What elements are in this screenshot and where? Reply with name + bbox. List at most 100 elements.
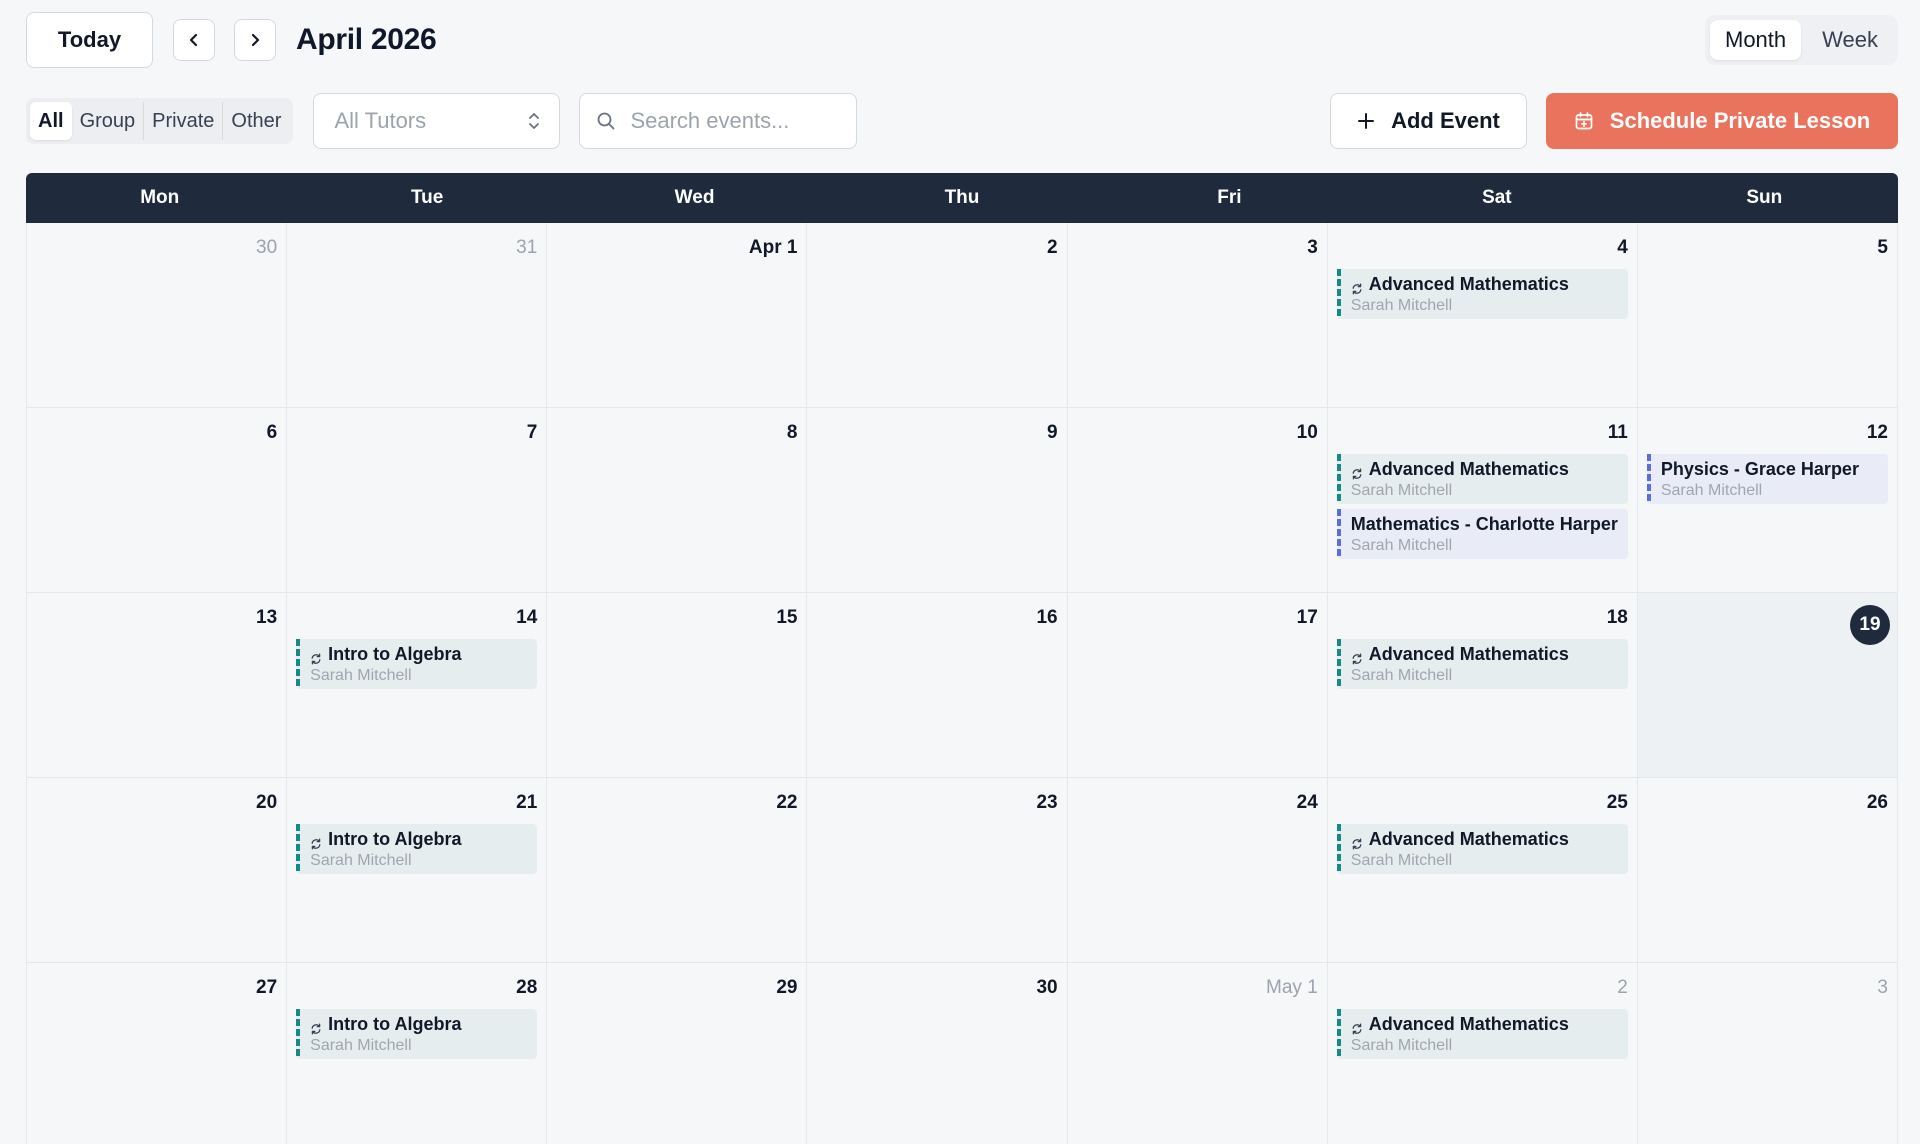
day-number: 4 bbox=[1617, 237, 1628, 258]
day-cell[interactable]: 7 bbox=[287, 408, 548, 593]
day-cell[interactable]: 24 bbox=[1067, 778, 1328, 963]
day-cell[interactable]: 31 bbox=[287, 223, 548, 408]
tutor-select[interactable]: All Tutors bbox=[313, 93, 561, 149]
day-cell[interactable]: 26 bbox=[1637, 778, 1898, 963]
day-number: 3 bbox=[1877, 977, 1888, 998]
day-cell[interactable]: 23 bbox=[807, 778, 1068, 963]
event-title: Advanced Mathematics bbox=[1368, 829, 1569, 849]
today-date-badge: 19 bbox=[1850, 605, 1890, 645]
day-cell[interactable]: 6 bbox=[27, 408, 288, 593]
event-title-row: Advanced Mathematics bbox=[1351, 1013, 1618, 1035]
event-list: Intro to Algebra Sarah Mitchell bbox=[296, 639, 538, 689]
schedule-private-lesson-button[interactable]: Schedule Private Lesson bbox=[1546, 93, 1898, 149]
day-number: 3 bbox=[1307, 237, 1318, 258]
day-cell[interactable]: 2 bbox=[807, 223, 1068, 408]
day-cell[interactable]: Apr 1 bbox=[547, 223, 808, 408]
day-cell[interactable]: 28 Intro to Algebra Sarah Mitchell bbox=[287, 963, 548, 1144]
add-event-button[interactable]: Add Event bbox=[1330, 93, 1527, 149]
day-number: 15 bbox=[776, 607, 798, 628]
view-week-button[interactable]: Week bbox=[1807, 20, 1893, 60]
day-number: 18 bbox=[1606, 607, 1628, 628]
event-chip[interactable]: Physics - Grace Harper Sarah Mitchell bbox=[1646, 454, 1888, 504]
day-number: 23 bbox=[1036, 792, 1058, 813]
day-number: 16 bbox=[1036, 607, 1058, 628]
day-cell[interactable]: 20 bbox=[27, 778, 288, 963]
search-input[interactable] bbox=[630, 108, 841, 134]
event-chip[interactable]: Intro to Algebra Sarah Mitchell bbox=[296, 639, 538, 689]
day-cell[interactable]: 9 bbox=[807, 408, 1068, 593]
event-tutor: Sarah Mitchell bbox=[1350, 852, 1453, 869]
event-chip[interactable]: Advanced Mathematics Sarah Mitchell bbox=[1336, 454, 1628, 504]
day-cell[interactable]: 12 Physics - Grace Harper Sarah Mitchell bbox=[1637, 408, 1898, 593]
recurring-icon bbox=[1351, 278, 1363, 295]
recurring-icon bbox=[1351, 1018, 1363, 1035]
event-chip[interactable]: Advanced Mathematics Sarah Mitchell bbox=[1336, 824, 1628, 874]
view-month-button[interactable]: Month bbox=[1710, 20, 1802, 60]
next-month-button[interactable] bbox=[234, 19, 276, 61]
day-cell[interactable]: 21 Intro to Algebra Sarah Mitchell bbox=[287, 778, 548, 963]
day-number: 26 bbox=[1866, 792, 1888, 813]
event-chip[interactable]: Advanced Mathematics Sarah Mitchell bbox=[1336, 269, 1628, 319]
event-title: Intro to Algebra bbox=[328, 1014, 462, 1034]
day-cell[interactable]: 2 Advanced Mathematics Sarah Mitchell bbox=[1327, 963, 1638, 1144]
weekday-wed: Wed bbox=[674, 187, 715, 208]
event-chip[interactable]: Advanced Mathematics Sarah Mitchell bbox=[1336, 639, 1628, 689]
day-cell[interactable]: 11 Advanced Mathematics Sarah Mitchell Math… bbox=[1327, 408, 1638, 593]
event-tutor: Sarah Mitchell bbox=[1350, 1037, 1453, 1054]
recurring-icon bbox=[1351, 833, 1363, 850]
event-list: Advanced Mathematics Sarah Mitchell bbox=[1336, 1009, 1628, 1059]
day-number: 25 bbox=[1606, 792, 1628, 813]
day-cell[interactable]: 30 bbox=[807, 963, 1068, 1144]
weekday-sun: Sun bbox=[1746, 187, 1783, 208]
event-chip[interactable]: Advanced Mathematics Sarah Mitchell bbox=[1336, 1009, 1628, 1059]
today-button[interactable]: Today bbox=[26, 12, 153, 68]
event-title-row: Advanced Mathematics bbox=[1351, 828, 1618, 850]
event-title-row: Mathematics - Charlotte Harper bbox=[1351, 513, 1618, 535]
day-cell[interactable]: 27 bbox=[27, 963, 288, 1144]
day-cell[interactable]: 10 bbox=[1067, 408, 1328, 593]
chevron-left-icon bbox=[189, 33, 198, 47]
filter-private[interactable]: Private bbox=[144, 102, 222, 140]
day-number: May 1 bbox=[1266, 977, 1318, 998]
day-cell[interactable]: 3 bbox=[1637, 963, 1898, 1144]
month-calendar: Mon Tue Wed Thu Fri Sat Sun 30 31 Apr 1 2 3 4 Advanc… bbox=[26, 173, 1898, 1144]
day-cell[interactable]: 17 bbox=[1067, 593, 1328, 778]
day-cell[interactable]: 3 bbox=[1067, 223, 1328, 408]
search-box[interactable] bbox=[579, 93, 858, 149]
day-cell[interactable]: 16 bbox=[807, 593, 1068, 778]
event-chip[interactable]: Intro to Algebra Sarah Mitchell bbox=[296, 824, 538, 874]
day-number: 2 bbox=[1617, 977, 1628, 998]
event-list: Intro to Algebra Sarah Mitchell bbox=[296, 1009, 538, 1059]
day-cell[interactable]: 5 bbox=[1637, 223, 1898, 408]
event-chip[interactable]: Mathematics - Charlotte Harper Sarah Mitc… bbox=[1336, 509, 1628, 559]
day-cell[interactable]: 19 bbox=[1637, 593, 1898, 778]
day-number: 9 bbox=[1047, 422, 1058, 443]
filter-all[interactable]: All bbox=[30, 102, 72, 140]
day-cell[interactable]: 22 bbox=[547, 778, 808, 963]
month-title: April 2026 bbox=[296, 23, 437, 56]
event-list: Intro to Algebra Sarah Mitchell bbox=[296, 824, 538, 874]
previous-month-button[interactable] bbox=[173, 19, 215, 61]
add-event-label: Add Event bbox=[1391, 108, 1500, 133]
day-cell[interactable]: 15 bbox=[547, 593, 808, 778]
event-title-row: Physics - Grace Harper bbox=[1661, 458, 1878, 480]
day-number: 8 bbox=[786, 422, 798, 443]
event-title-row: Advanced Mathematics bbox=[1351, 458, 1618, 480]
day-cell[interactable]: May 1 bbox=[1067, 963, 1328, 1144]
event-tutor: Sarah Mitchell bbox=[1350, 537, 1453, 554]
filter-other[interactable]: Other bbox=[223, 102, 289, 140]
day-cell[interactable]: 25 Advanced Mathematics Sarah Mitchell bbox=[1327, 778, 1638, 963]
day-cell[interactable]: 4 Advanced Mathematics Sarah Mitchell bbox=[1327, 223, 1638, 408]
day-cell[interactable]: 29 bbox=[547, 963, 808, 1144]
event-title: Intro to Algebra bbox=[328, 829, 462, 849]
day-cell[interactable]: 30 bbox=[27, 223, 288, 408]
weekday-mon: Mon bbox=[140, 187, 180, 208]
day-cell[interactable]: 13 bbox=[27, 593, 288, 778]
tutor-select-value: All Tutors bbox=[334, 108, 427, 133]
event-tutor: Sarah Mitchell bbox=[310, 667, 412, 684]
day-cell[interactable]: 8 bbox=[547, 408, 808, 593]
event-chip[interactable]: Intro to Algebra Sarah Mitchell bbox=[296, 1009, 538, 1059]
day-cell[interactable]: 18 Advanced Mathematics Sarah Mitchell bbox=[1327, 593, 1638, 778]
filter-group[interactable]: Group bbox=[72, 102, 144, 140]
day-cell[interactable]: 14 Intro to Algebra Sarah Mitchell bbox=[287, 593, 548, 778]
